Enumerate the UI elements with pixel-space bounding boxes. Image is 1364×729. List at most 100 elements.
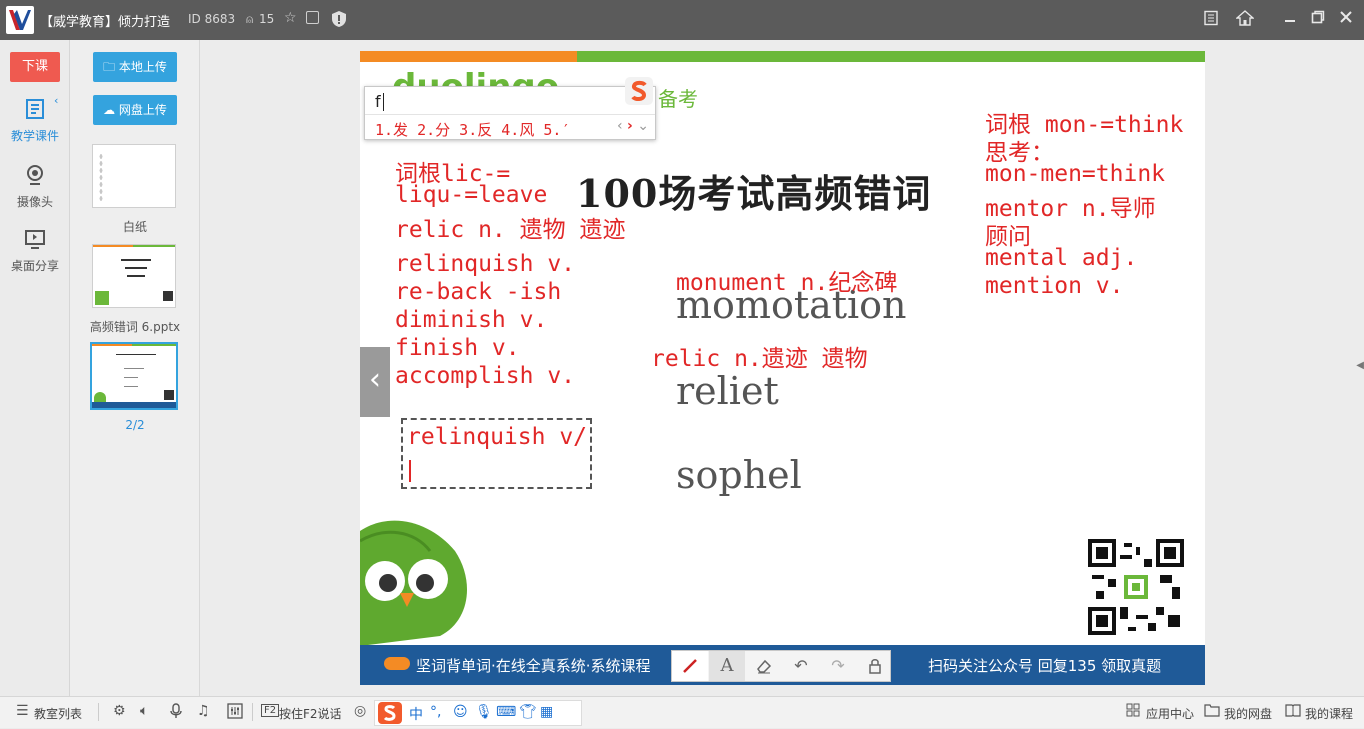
right-panel-toggle-icon[interactable]: ◀ [1356, 360, 1364, 371]
microphone-icon[interactable] [170, 703, 182, 723]
slide-canvas[interactable]: duolingo 备考 100场考试高频错词 momotation reliet… [360, 51, 1205, 685]
pptx-file-thumbnail[interactable] [92, 244, 176, 308]
page-2-thumbnail[interactable] [90, 342, 178, 410]
shield-icon[interactable] [331, 10, 347, 32]
text-caret [409, 460, 411, 482]
emoji-icon[interactable]: ☺ [453, 704, 468, 720]
record-icon[interactable]: ◎ [354, 703, 366, 719]
camera-icon [0, 164, 70, 189]
app-center-icon[interactable] [1126, 703, 1140, 721]
folder-icon[interactable] [1204, 703, 1220, 721]
local-upload-button[interactable]: 🗀 本地上传 [93, 52, 177, 82]
punctuation-icon[interactable]: °, [430, 704, 441, 720]
ime-candidate-row[interactable]: 1.发 2.分 3.反 4.风 5.′ ‹ › ⌄ [365, 114, 655, 140]
annotation-liqu-root: liqu-=leave [395, 182, 548, 208]
online-count: 15 [259, 12, 275, 26]
sogou-logo-icon [624, 76, 654, 106]
pen-tool-icon[interactable] [672, 651, 708, 681]
previous-page-button[interactable]: ‹ [360, 347, 390, 417]
text-tool-icon[interactable]: A [709, 651, 745, 681]
annotation-finish: finish v. [395, 335, 520, 361]
blank-page-thumbnail[interactable] [92, 144, 176, 208]
maximize-icon[interactable] [1308, 10, 1328, 30]
edit-box-text: relinquish v/ [407, 424, 588, 450]
my-drive-label[interactable]: 我的网盘 [1224, 705, 1272, 722]
skin-icon[interactable]: 👕︎ [519, 704, 537, 720]
local-upload-label: 本地上传 [118, 60, 167, 74]
text-edit-box[interactable]: relinquish v/ [401, 418, 592, 489]
status-bar: ☰ 教室列表 ⚙ 🔈︎ ♫ F2 按住F2说话 ◎ 中 °, ☺ 🎙︎ ⌨ 👕︎… [0, 696, 1364, 728]
book-icon[interactable] [1285, 703, 1301, 721]
banner-pill-icon [384, 657, 410, 670]
speaker-icon[interactable]: 🔈︎ [140, 703, 148, 719]
app-title: 【威学教育】倾力打造 [40, 15, 171, 30]
slide-top-bar-orange [360, 51, 577, 62]
copy-icon[interactable] [306, 11, 319, 24]
home-icon[interactable] [1235, 10, 1255, 30]
ime-page-nav-icon[interactable]: ‹ › ⌄ [617, 118, 649, 134]
star-icon[interactable]: ☆ [284, 10, 297, 26]
close-icon[interactable] [1336, 10, 1356, 30]
end-class-button[interactable]: 下课 [10, 52, 60, 82]
blank-page-label: 白纸 [122, 220, 147, 234]
app-logo [6, 6, 34, 34]
banner-right-text: 扫码关注公众号 回复135 领取真题 [928, 657, 1162, 675]
annotation-re-back: re-back -ish [395, 279, 562, 305]
lock-icon[interactable] [857, 651, 893, 681]
annotation-relic: relic n.遗迹 遗物 [651, 346, 868, 372]
eraser-tool-icon[interactable] [746, 651, 782, 681]
keyboard-icon[interactable]: ⌨ [496, 704, 516, 720]
word-sophel: sophel [676, 453, 802, 497]
ime-popup[interactable]: f 1.发 2.分 3.反 4.风 5.′ ‹ › ⌄ [364, 86, 656, 140]
classroom-list-icon[interactable]: ☰ [16, 703, 29, 719]
nav-desktop-share[interactable]: 桌面分享 [0, 228, 70, 274]
annotation-relic-relic: relic n. 遗物 遗迹 [395, 217, 626, 243]
settings-icon[interactable]: ⚙ [113, 703, 126, 719]
courseware-icon [0, 98, 70, 123]
qr-code [1088, 539, 1184, 635]
toolbox-icon[interactable]: ▦ [540, 704, 553, 720]
redo-icon[interactable]: ↷ [820, 651, 856, 681]
notes-icon[interactable] [1201, 10, 1221, 30]
drawing-toolbar: A ↶ ↷ [671, 650, 891, 682]
slide-top-bar-green [577, 51, 1205, 62]
annotation-mention: mention v. [985, 273, 1124, 299]
prep-text: 备考 [658, 87, 698, 111]
annotation-monument: monument n.纪念碑 [676, 270, 898, 296]
voice-input-icon[interactable]: 🎙︎ [475, 704, 493, 720]
minimize-icon[interactable] [1280, 10, 1300, 30]
cloud-upload-button[interactable]: ☁ 网盘上传 [93, 95, 177, 125]
cloud-upload-label: 网盘上传 [118, 103, 167, 117]
annotation-mental: mental adj. [985, 245, 1138, 271]
sogou-ime-icon[interactable] [377, 701, 403, 729]
mixer-icon[interactable] [227, 703, 243, 723]
classroom-list-label[interactable]: 教室列表 [34, 705, 82, 722]
page-indicator: 2/2 [125, 418, 145, 432]
ime-candidates[interactable]: 1.发 2.分 3.反 4.风 5.′ [375, 119, 570, 140]
cloud-upload-icon: ☁ [103, 103, 116, 117]
push-to-talk-label[interactable]: 按住F2说话 [279, 705, 342, 722]
ime-cursor [383, 93, 384, 111]
f2-key-icon: F2 [261, 704, 280, 717]
annotation-diminish: diminish v. [395, 307, 548, 333]
annotation-mon-men: mon-men=think [985, 161, 1166, 187]
divider [98, 703, 99, 721]
chinese-mode-icon[interactable]: 中 [409, 704, 423, 724]
user-icon: ⍝ [246, 12, 254, 26]
app-center-label[interactable]: 应用中心 [1146, 705, 1194, 722]
undo-icon[interactable]: ↶ [783, 651, 819, 681]
monitor-icon [0, 228, 70, 253]
music-icon[interactable]: ♫ [197, 703, 210, 719]
nav-camera[interactable]: 摄像头 [0, 164, 70, 210]
annotation-accomplish: accomplish v. [395, 363, 576, 389]
slide-title: 100场考试高频错词 [576, 171, 932, 216]
courseware-panel: 🗀 本地上传 ☁ 网盘上传 白纸 高频错词 6.pptx 2/2 [70, 40, 200, 696]
main-stage: duolingo 备考 100场考试高频错词 momotation reliet… [200, 40, 1364, 696]
nav-desktop-share-label: 桌面分享 [10, 259, 59, 273]
left-nav: 下课 ‹ 教学课件 摄像头 桌面分享 [0, 40, 70, 696]
nav-camera-label: 摄像头 [16, 195, 53, 209]
ime-toolbar[interactable]: 中 °, ☺ 🎙︎ ⌨ 👕︎ ▦ [374, 700, 582, 726]
annotation-relinquish: relinquish v. [395, 251, 576, 277]
my-courses-label[interactable]: 我的课程 [1305, 705, 1353, 722]
nav-courseware[interactable]: 教学课件 [0, 98, 70, 144]
